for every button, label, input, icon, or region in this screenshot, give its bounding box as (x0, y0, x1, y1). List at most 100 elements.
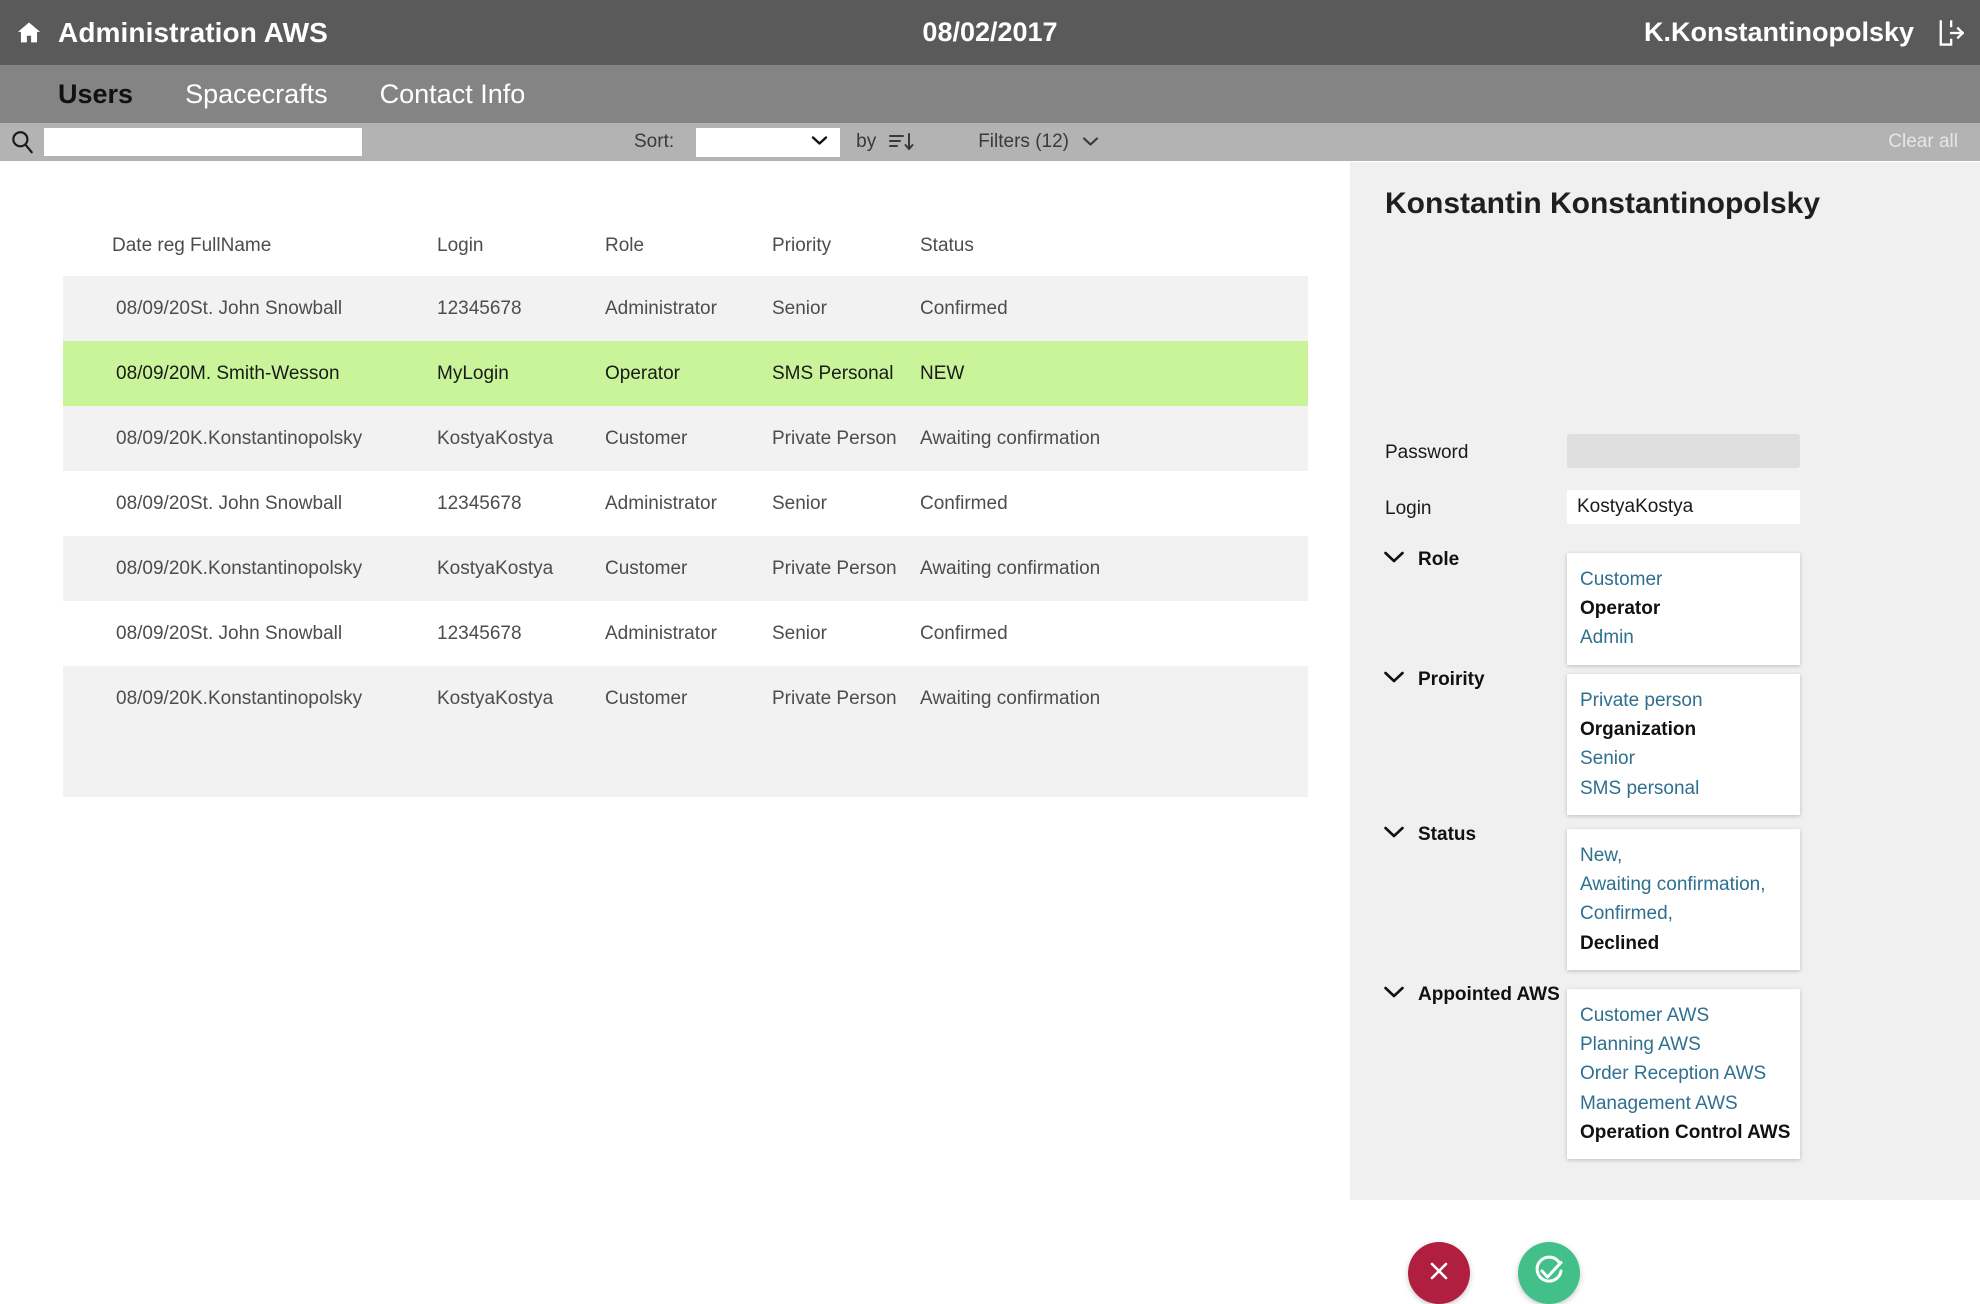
app-title: Administration AWS (58, 16, 328, 48)
clear-all-button[interactable]: Clear all (1888, 131, 1958, 153)
chevron-down-icon (811, 133, 828, 151)
column-header-priority[interactable]: Priority (772, 235, 920, 257)
cell-date-reg: 08/09/2017 (116, 427, 190, 449)
cell-login: KostyaKostya (437, 557, 554, 579)
cell-role: Customer (605, 427, 688, 449)
cell-fullname: K.Konstantinopolsky (190, 557, 363, 579)
logout-icon[interactable] (1936, 17, 1966, 49)
search-icon[interactable] (0, 123, 44, 161)
status-option-awaiting-confirmation[interactable]: Awaiting confirmation, (1567, 870, 1800, 899)
cell-priority: Private Person (772, 687, 897, 709)
group-label-role: Role (1418, 549, 1460, 570)
role-option-admin[interactable]: Admin (1567, 623, 1800, 652)
table-row[interactable]: 08/09/2017 K.Konstantinopolsky KostyaKos… (63, 406, 1308, 471)
chevron-down-icon[interactable] (1383, 670, 1405, 692)
table-row[interactable]: 08/09/2017 K.Konstantinopolsky KostyaKos… (63, 666, 1308, 731)
password-field[interactable] (1567, 434, 1800, 468)
cell-login: MyLogin (437, 362, 509, 384)
status-options-card: New, Awaiting confirmation, Confirmed, D… (1567, 829, 1800, 970)
appointed-aws-options-card: Customer AWS Planning AWS Order Receptio… (1567, 989, 1800, 1159)
cell-role: Administrator (605, 622, 717, 644)
cell-date-reg: 08/09/2017 (116, 362, 190, 384)
tab-users[interactable]: Users (58, 79, 133, 110)
priority-option-senior[interactable]: Senior (1567, 744, 1800, 773)
table-row[interactable]: 08/09/2017 St. John Snowball 12345678 Ad… (63, 276, 1308, 341)
home-icon[interactable] (14, 18, 44, 48)
cell-priority: Private Person (772, 427, 897, 449)
cell-status: Awaiting confirmation (920, 427, 1101, 449)
column-header-login[interactable]: Login (437, 235, 605, 257)
cell-priority: Private Person (772, 557, 897, 579)
cell-fullname: K.Konstantinopolsky (190, 427, 363, 449)
cell-status: Confirmed (920, 492, 1008, 514)
login-input[interactable] (1567, 490, 1800, 524)
filters-dropdown[interactable]: Filters (12) (978, 131, 1099, 153)
sort-select[interactable] (696, 127, 841, 157)
aws-option-order-reception[interactable]: Order Reception AWS (1567, 1059, 1800, 1088)
chevron-down-icon (1082, 131, 1099, 153)
cell-login: 12345678 (437, 492, 522, 514)
role-options-card: Customer Operator Admin (1567, 553, 1800, 665)
table-header-row: Date reg FullName Login Role Priority St… (63, 216, 1308, 276)
tab-contact-info[interactable]: Contact Info (380, 79, 526, 110)
priority-option-sms-personal[interactable]: SMS personal (1567, 774, 1800, 803)
cell-fullname: St. John Snowball (190, 492, 343, 514)
group-label-appointed-aws: Appointed AWS (1418, 984, 1560, 1005)
cell-status: NEW (920, 362, 965, 384)
sort-descending-icon[interactable] (888, 131, 914, 153)
cell-status: Confirmed (920, 622, 1008, 644)
table-row[interactable]: 08/09/2017 St. John Snowball 12345678 Ad… (63, 471, 1308, 536)
users-table: Date reg FullName Login Role Priority St… (63, 216, 1308, 797)
cell-login: KostyaKostya (437, 687, 554, 709)
cell-status: Awaiting confirmation (920, 557, 1101, 579)
login-label: Login (1385, 498, 1432, 519)
chevron-down-icon[interactable] (1383, 985, 1405, 1007)
search-input[interactable] (44, 128, 362, 156)
tab-spacecrafts[interactable]: Spacecrafts (185, 79, 328, 110)
by-label: by (856, 131, 877, 152)
cancel-button[interactable] (1408, 1242, 1470, 1304)
current-user-name[interactable]: K.Konstantinopolsky (1644, 17, 1914, 48)
cell-date-reg: 08/09/2017 (116, 297, 190, 319)
cell-priority: Senior (772, 622, 827, 644)
chevron-down-icon[interactable] (1383, 550, 1405, 572)
aws-option-operation-control[interactable]: Operation Control AWS (1567, 1118, 1800, 1147)
aws-option-customer[interactable]: Customer AWS (1567, 1001, 1800, 1030)
table-row[interactable]: 08/09/2017 K.Konstantinopolsky KostyaKos… (63, 536, 1308, 601)
cell-fullname: M. Smith-Wesson (190, 362, 340, 384)
role-option-customer[interactable]: Customer (1567, 565, 1800, 594)
chevron-down-icon[interactable] (1383, 825, 1405, 847)
group-label-priority: Proirity (1418, 669, 1485, 690)
column-header-role[interactable]: Role (605, 235, 772, 257)
status-option-declined[interactable]: Declined (1567, 929, 1800, 958)
table-row[interactable]: 08/09/2017 M. Smith-Wesson MyLogin Opera… (63, 341, 1308, 406)
aws-option-management[interactable]: Management AWS (1567, 1089, 1800, 1118)
cell-fullname: St. John Snowball (190, 622, 343, 644)
confirm-button[interactable] (1518, 1242, 1580, 1304)
status-option-new[interactable]: New, (1567, 841, 1800, 870)
cell-priority: SMS Personal (772, 362, 894, 384)
priority-option-organization[interactable]: Organization (1567, 715, 1800, 744)
filter-toolbar: Sort: by Filters (12) Clear all (0, 123, 1980, 161)
cell-fullname: St. John Snowball (190, 297, 343, 319)
role-option-operator[interactable]: Operator (1567, 594, 1800, 623)
password-label: Password (1385, 442, 1469, 463)
close-icon (1426, 1258, 1452, 1289)
cell-role: Administrator (605, 297, 717, 319)
priority-option-private-person[interactable]: Private person (1567, 686, 1800, 715)
cell-role: Operator (605, 362, 680, 384)
column-header-status[interactable]: Status (920, 235, 1240, 257)
main-nav: Users Spacecrafts Contact Info (0, 65, 1980, 123)
cell-status: Awaiting confirmation (920, 687, 1101, 709)
priority-options-card: Private person Organization Senior SMS p… (1567, 674, 1800, 815)
header-user-area: K.Konstantinopolsky (1644, 17, 1966, 49)
table-row[interactable]: 08/09/2017 St. John Snowball 12345678 Ad… (63, 601, 1308, 666)
column-header-date-reg[interactable]: Date reg (63, 235, 190, 257)
aws-option-planning[interactable]: Planning AWS (1567, 1030, 1800, 1059)
user-detail-panel: Konstantin Konstantinopolsky Password Lo… (1350, 162, 1980, 1304)
column-header-fullname[interactable]: FullName (190, 235, 437, 257)
status-option-confirmed[interactable]: Confirmed, (1567, 899, 1800, 928)
cell-login: 12345678 (437, 622, 522, 644)
cell-date-reg: 08/09/2017 (116, 492, 190, 514)
cell-fullname: K.Konstantinopolsky (190, 687, 363, 709)
